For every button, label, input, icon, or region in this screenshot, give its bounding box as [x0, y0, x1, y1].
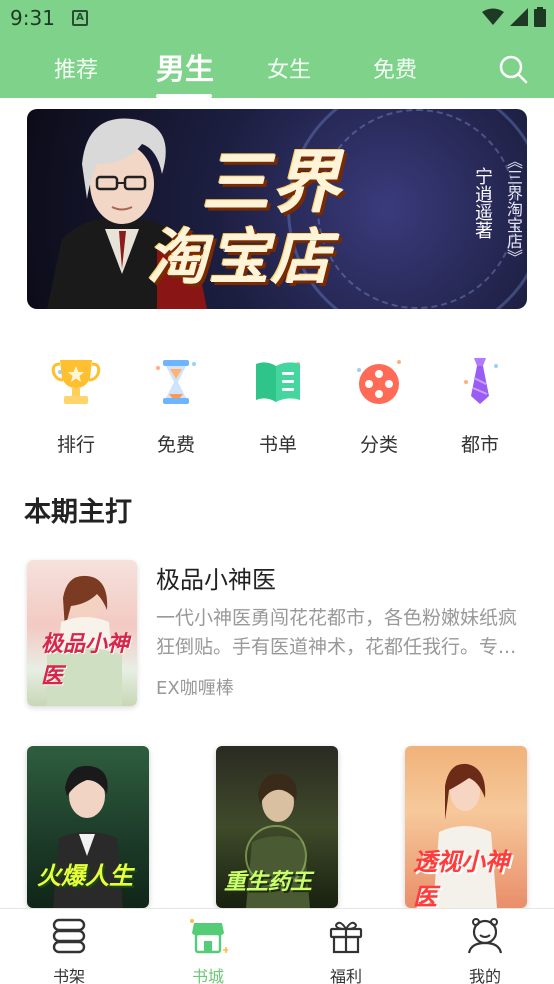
tab-free[interactable]: 免费: [373, 52, 417, 84]
nav-label: 福利: [329, 967, 362, 984]
nav-label: 书架: [52, 967, 85, 984]
featured-book-cover[interactable]: 极品小神医: [27, 560, 137, 706]
battery-icon: [534, 7, 546, 27]
nav-bookstore[interactable]: 书城: [168, 917, 248, 984]
category-label: 免费: [156, 434, 195, 456]
category-label: 分类: [359, 434, 398, 456]
banner-title-line2: 淘宝店: [147, 223, 333, 293]
search-icon[interactable]: [498, 54, 528, 84]
tab-male[interactable]: 男生: [156, 46, 214, 88]
category-urban[interactable]: 都市: [440, 352, 520, 457]
tab-female[interactable]: 女生: [267, 52, 311, 84]
channel-tabs: 推荐 男生 女生 免费: [0, 40, 554, 98]
hourglass-icon: [156, 360, 196, 404]
book-cover[interactable]: 透视小神医: [405, 746, 527, 908]
notification-icon: A: [72, 10, 88, 26]
top-bar: 9:31 A 推荐 男生 女生 免费: [0, 0, 554, 98]
nav-welfare[interactable]: 福利: [306, 917, 386, 984]
featured-book-author: EX咖喱棒: [156, 678, 234, 699]
nav-bookshelf[interactable]: 书架: [29, 917, 109, 984]
book-list-icon: [256, 362, 300, 402]
promo-banner[interactable]: 三界 淘宝店 宁逍遥著 《三界淘宝店》: [27, 109, 527, 309]
featured-book-title[interactable]: 极品小神医: [156, 560, 276, 595]
book-cover[interactable]: 重生药王: [216, 746, 338, 908]
trophy-icon: [51, 360, 101, 404]
banner-author: 宁逍遥著: [472, 167, 493, 239]
category-classify[interactable]: 分类: [339, 352, 419, 457]
book-cover-title: 透视小神医: [413, 848, 509, 908]
active-tab-indicator: [156, 94, 212, 98]
wifi-icon: [482, 8, 504, 25]
featured-cover-title: 极品小神医: [41, 632, 130, 689]
category-shortcuts: 排行 免费 书单 分类 都市: [0, 352, 554, 456]
book-cover-title: 火爆人生: [37, 862, 133, 890]
category-label: 都市: [460, 434, 499, 456]
tab-recommend[interactable]: 推荐: [54, 52, 98, 84]
category-label: 排行: [56, 434, 95, 456]
status-icons: [482, 6, 546, 28]
book-cover-title: 重生药王: [224, 870, 313, 895]
bottom-navigation: 书架 书城 福利 我的: [0, 908, 554, 984]
category-label: 书单: [258, 434, 297, 456]
book-cover-row: 火爆人生 重生药王 透视小神医: [0, 746, 554, 908]
status-bar: 9:31 A: [0, 0, 554, 36]
signal-icon: [510, 8, 528, 26]
featured-book-description: 一代小神医勇闯花花都市，各色粉嫩妹纸疯狂倒贴。手有医道神术，花都任我行。专...: [156, 607, 518, 658]
category-free[interactable]: 免费: [136, 352, 216, 457]
category-ranking[interactable]: 排行: [36, 352, 116, 457]
category-icon: [357, 360, 401, 404]
banner-book-title: 《三界淘宝店》: [504, 153, 523, 265]
section-title: 本期主打: [24, 497, 132, 528]
nav-label: 我的: [468, 967, 501, 984]
book-cover[interactable]: 火爆人生: [27, 746, 149, 908]
profile-icon: [467, 918, 503, 954]
tie-icon: [464, 358, 498, 404]
status-time: 9:31: [10, 6, 55, 30]
featured-book[interactable]: 极品小神医 极品小神医 一代小神医勇闯花花都市，各色粉嫩妹纸疯狂倒贴。手有医道神…: [27, 560, 531, 710]
nav-mine[interactable]: 我的: [445, 917, 525, 984]
nav-label: 书城: [191, 967, 224, 984]
category-booklist[interactable]: 书单: [238, 352, 318, 457]
bookshelf-icon: [52, 918, 86, 954]
gift-icon: [329, 921, 363, 954]
bookstore-icon: [190, 919, 229, 954]
